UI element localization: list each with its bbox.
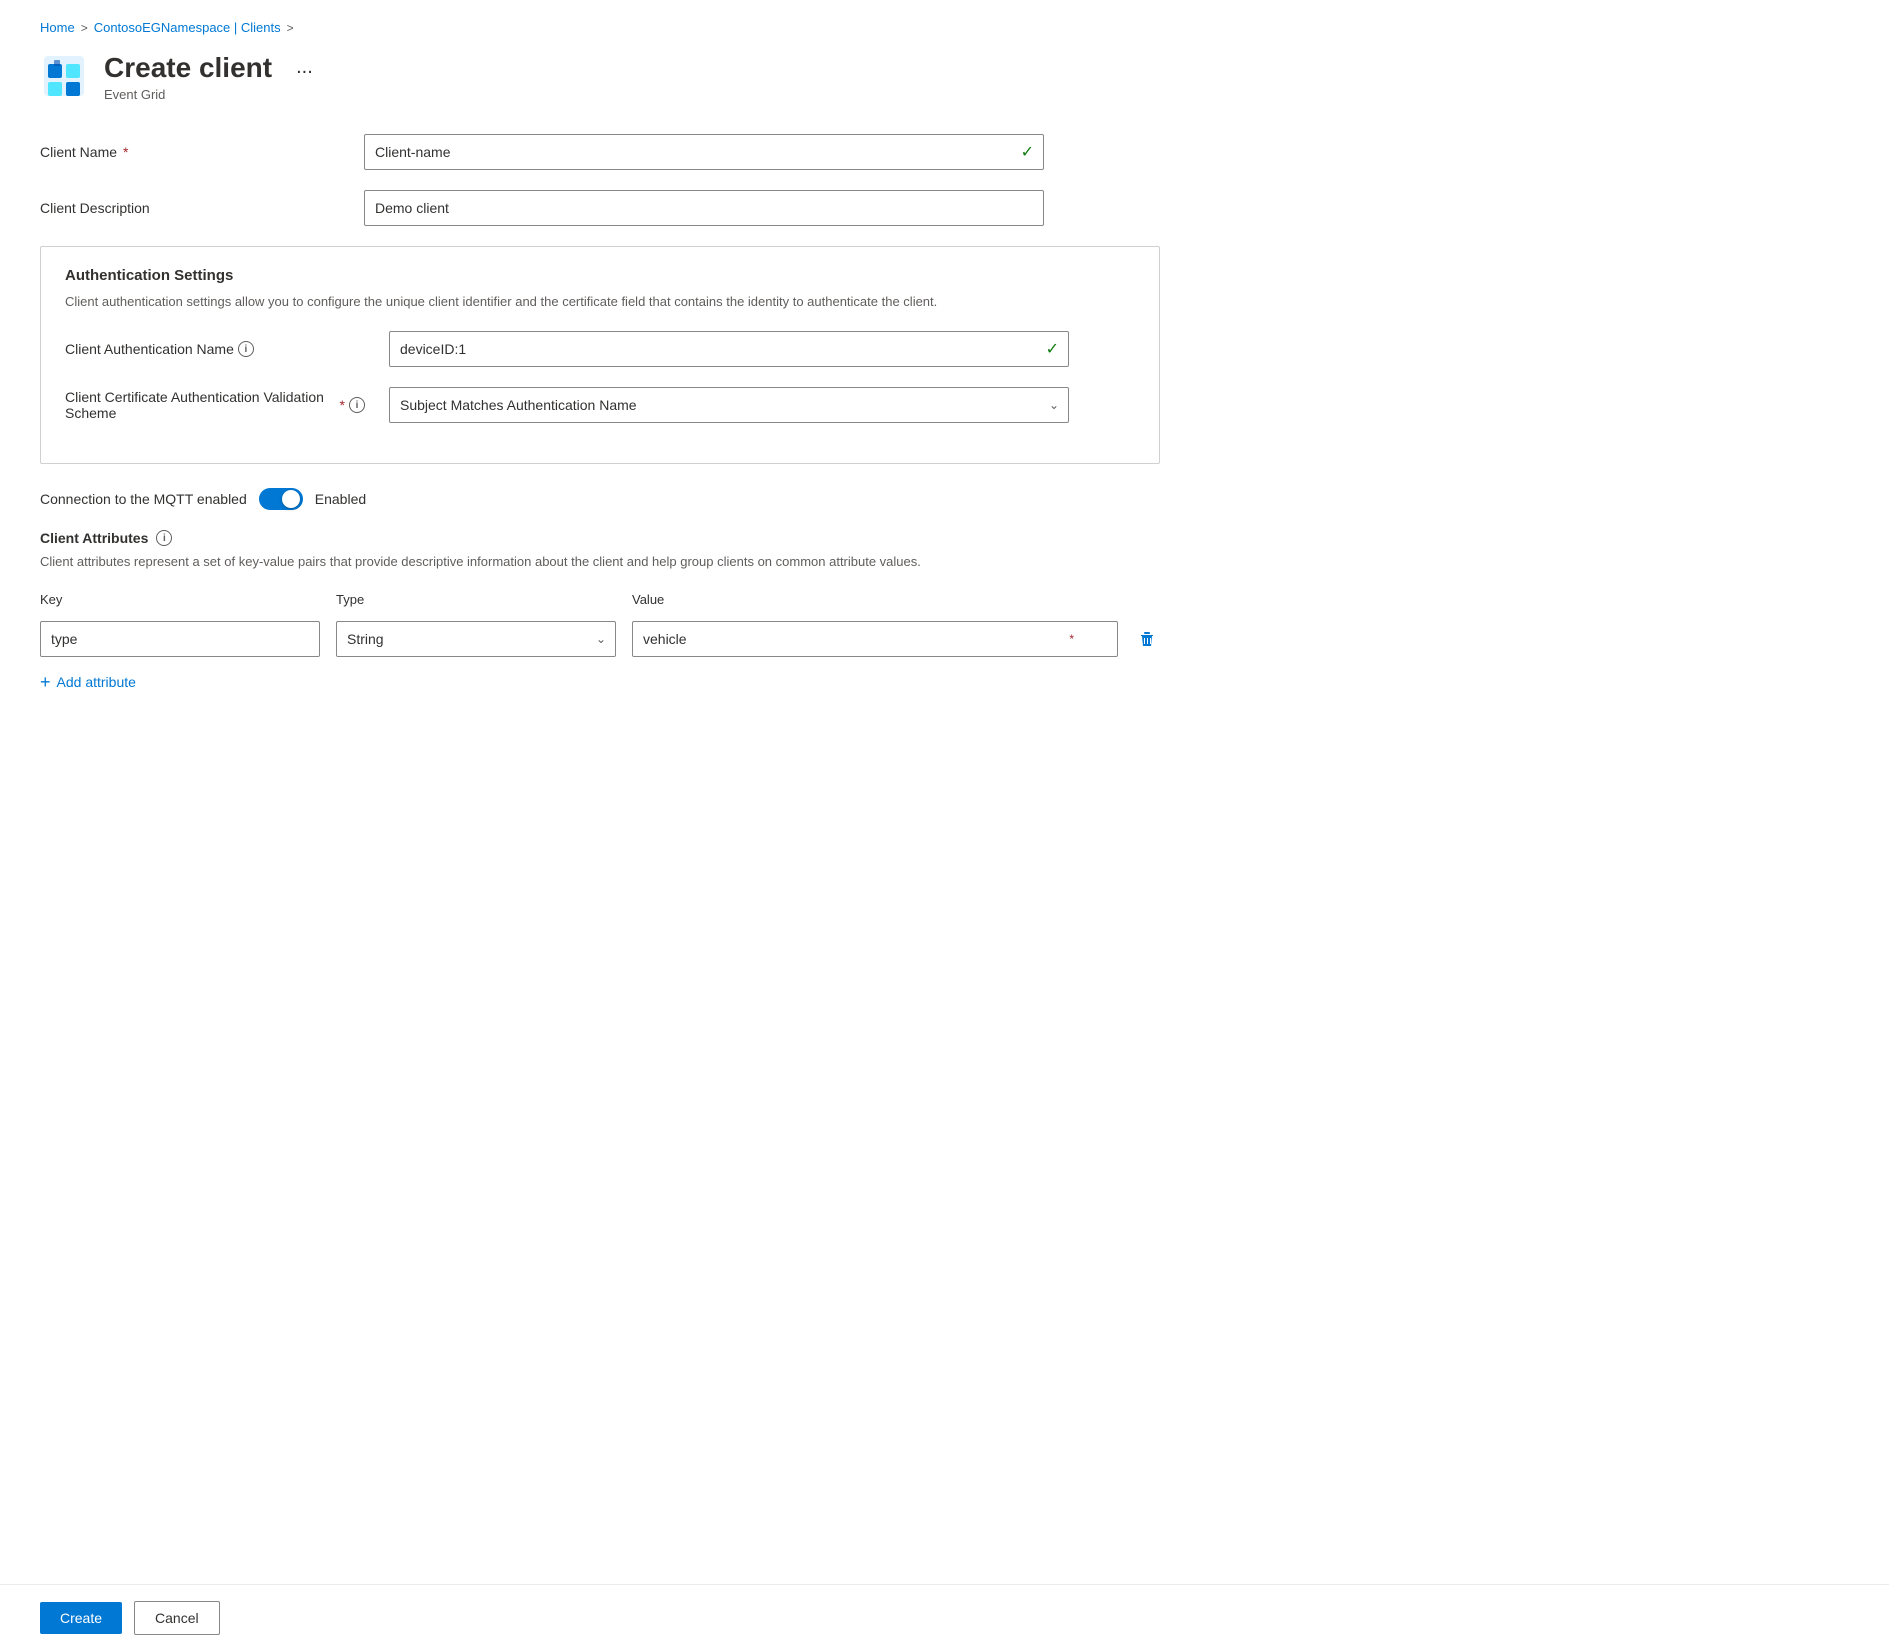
add-attribute-label: Add attribute bbox=[57, 674, 136, 690]
breadcrumb-home[interactable]: Home bbox=[40, 20, 75, 35]
cancel-button[interactable]: Cancel bbox=[134, 1601, 220, 1635]
footer-bar: Create Cancel bbox=[0, 1584, 1889, 1651]
client-description-field-wrapper bbox=[364, 190, 1044, 226]
cert-scheme-label: Client Certificate Authentication Valida… bbox=[65, 389, 365, 421]
trash-icon bbox=[1138, 630, 1156, 648]
mqtt-label: Connection to the MQTT enabled bbox=[40, 491, 247, 507]
attr-col-key-header: Key bbox=[40, 592, 320, 607]
client-attributes-section: Client Attributes i Client attributes re… bbox=[40, 530, 1160, 695]
attr-column-headers: Key Type Value bbox=[40, 592, 1160, 613]
add-attribute-button[interactable]: + Add attribute bbox=[40, 669, 136, 695]
auth-settings-desc: Client authentication settings allow you… bbox=[65, 292, 1135, 312]
add-icon: + bbox=[40, 673, 51, 691]
page-subtitle: Event Grid bbox=[104, 87, 321, 102]
auth-name-check-icon: ✓ bbox=[1046, 339, 1059, 359]
client-description-label: Client Description bbox=[40, 200, 340, 216]
client-name-field-wrapper: ✓ bbox=[364, 134, 1044, 170]
client-attrs-header: Client Attributes i bbox=[40, 530, 1160, 546]
attr-type-select[interactable]: String Integer Boolean bbox=[336, 621, 616, 657]
attr-key-wrapper bbox=[40, 621, 320, 657]
breadcrumb-namespace[interactable]: ContosoEGNamespace | Clients bbox=[94, 20, 281, 35]
client-attrs-info-icon[interactable]: i bbox=[156, 530, 172, 546]
cert-scheme-select-wrapper: Subject Matches Authentication Name Thum… bbox=[389, 387, 1069, 423]
event-grid-icon bbox=[40, 52, 88, 100]
client-attrs-desc: Client attributes represent a set of key… bbox=[40, 552, 1160, 572]
auth-name-label: Client Authentication Name i bbox=[65, 341, 365, 357]
cert-scheme-select[interactable]: Subject Matches Authentication Name Thum… bbox=[389, 387, 1069, 423]
attr-value-wrapper: * bbox=[632, 621, 1118, 657]
attr-col-value-header: Value bbox=[632, 592, 1160, 607]
ellipsis-button[interactable]: ... bbox=[288, 52, 321, 83]
breadcrumb-sep2: > bbox=[287, 21, 294, 35]
breadcrumb: Home > ContosoEGNamespace | Clients > bbox=[40, 20, 1160, 35]
breadcrumb-sep1: > bbox=[81, 21, 88, 35]
client-name-row: Client Name* ✓ bbox=[40, 134, 1160, 170]
client-name-check-icon: ✓ bbox=[1021, 142, 1034, 162]
client-attrs-title: Client Attributes bbox=[40, 530, 148, 546]
client-name-label: Client Name* bbox=[40, 144, 340, 160]
attr-value-input[interactable] bbox=[632, 621, 1118, 657]
attr-row: String Integer Boolean ⌄ * bbox=[40, 621, 1160, 657]
client-description-input[interactable] bbox=[364, 190, 1044, 226]
client-name-input[interactable] bbox=[364, 134, 1044, 170]
cert-scheme-required: * bbox=[340, 397, 345, 413]
cert-scheme-info-icon[interactable]: i bbox=[349, 397, 365, 413]
mqtt-row: Connection to the MQTT enabled Enabled bbox=[40, 488, 1160, 510]
attr-col-type-header: Type bbox=[336, 592, 616, 607]
client-description-row: Client Description bbox=[40, 190, 1160, 226]
attr-delete-button[interactable] bbox=[1134, 626, 1160, 652]
page-title: Create client bbox=[104, 51, 272, 85]
attr-key-input[interactable] bbox=[40, 621, 320, 657]
attr-value-required: * bbox=[1069, 632, 1074, 646]
auth-name-row: Client Authentication Name i ✓ bbox=[65, 331, 1135, 367]
auth-settings-title: Authentication Settings bbox=[65, 267, 1135, 284]
mqtt-status-label: Enabled bbox=[315, 491, 366, 507]
create-button[interactable]: Create bbox=[40, 1602, 122, 1634]
cert-scheme-row: Client Certificate Authentication Valida… bbox=[65, 387, 1135, 423]
auth-name-input[interactable] bbox=[389, 331, 1069, 367]
auth-settings-box: Authentication Settings Client authentic… bbox=[40, 246, 1160, 465]
auth-name-info-icon[interactable]: i bbox=[238, 341, 254, 357]
mqtt-toggle[interactable] bbox=[259, 488, 303, 510]
auth-name-field-wrapper: ✓ bbox=[389, 331, 1069, 367]
client-name-required: * bbox=[123, 144, 128, 160]
attr-type-wrapper: String Integer Boolean ⌄ bbox=[336, 621, 616, 657]
page-header: Create client ... Event Grid bbox=[40, 51, 1160, 102]
